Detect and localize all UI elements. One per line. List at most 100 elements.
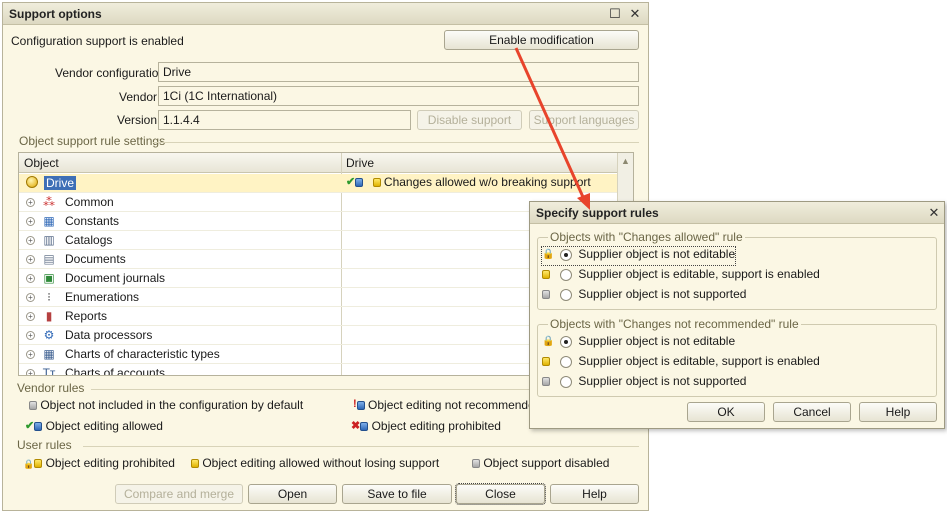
documents-icon: ▤ [43, 252, 55, 266]
not-included-icon [29, 398, 37, 412]
catalogs-icon: ▥ [43, 233, 55, 247]
maximize-icon[interactable]: ☐ [607, 6, 623, 22]
tree-row-drive[interactable]: Drive ✔ Changes allowed w/o breaking sup… [19, 174, 618, 193]
expand-icon[interactable]: + [26, 255, 35, 264]
col-drive-header[interactable]: Drive [346, 156, 374, 170]
radio-allowed-editable[interactable]: Supplier object is editable, support is … [542, 267, 820, 285]
group-title: Objects with "Changes allowed" rule [548, 230, 745, 244]
rule-settings-title: Object support rule settings [19, 134, 166, 148]
expand-icon[interactable]: + [26, 274, 35, 283]
user-rules-title: User rules [17, 438, 72, 452]
support-status-text: Configuration support is enabled [11, 34, 184, 48]
version-label: Version: [117, 113, 161, 127]
vendor-rules-title: Vendor rules [17, 381, 85, 395]
expand-icon[interactable]: + [26, 217, 35, 226]
radio-allowed-not-supported[interactable]: Supplier object is not supported [542, 287, 746, 305]
section-divider [83, 446, 639, 447]
constants-icon: ▦ [43, 214, 55, 228]
open-button[interactable]: Open [248, 484, 337, 504]
vendor-configuration-label: Vendor configuration: [55, 66, 169, 80]
lock-icon: 🔒 [542, 249, 555, 261]
radio-icon [560, 268, 572, 281]
tree-row-label: Constants [65, 214, 120, 228]
compare-merge-button[interactable]: Compare and merge [115, 484, 243, 504]
vendor-field[interactable]: 1Ci (1C International) [158, 86, 639, 106]
grid-header: Object Drive [19, 153, 633, 173]
vendor-label: Vendor: [119, 90, 161, 104]
expand-icon[interactable]: + [26, 331, 35, 340]
specify-support-rules-dialog: Specify support rules ✕ Objects with "Ch… [529, 201, 945, 429]
tree-row-label: Document journals [65, 271, 166, 285]
close-icon[interactable]: ✕ [926, 205, 942, 221]
group-title: Objects with "Changes not recommended" r… [548, 317, 801, 331]
tree-row-label: Charts of characteristic types [65, 347, 220, 361]
tree-row-label: Enumerations [65, 290, 140, 304]
editing-prohibited-icon: ✖ [351, 419, 369, 433]
configuration-icon [25, 176, 39, 190]
enumerations-icon: ⁝ [47, 290, 51, 304]
tree-row-label: Data processors [65, 328, 153, 342]
lock-icon: 🔒 [542, 336, 555, 348]
tree-row-label: Drive [44, 176, 77, 190]
reports-icon: ▮ [45, 309, 53, 323]
support-languages-button[interactable]: Support languages [529, 110, 639, 130]
expand-icon[interactable]: + [26, 198, 35, 207]
radio-notrec-editable[interactable]: Supplier object is editable, support is … [542, 354, 820, 372]
cancel-button[interactable]: Cancel [773, 402, 851, 422]
expand-icon[interactable]: + [26, 312, 35, 321]
radio-checked-icon [560, 335, 572, 348]
expand-icon[interactable]: + [26, 293, 35, 302]
ok-button[interactable]: OK [687, 402, 765, 422]
drive-rule-cell[interactable]: ✔ Changes allowed w/o breaking support [346, 175, 591, 189]
expand-icon[interactable]: + [26, 350, 35, 359]
scroll-up-icon[interactable]: ▲ [621, 156, 630, 166]
charts-icon: ▦ [43, 347, 55, 361]
support-enabled-icon [372, 175, 381, 189]
dialog-help-button[interactable]: Help [859, 402, 937, 422]
changes-not-recommended-group: Objects with "Changes not recommended" r… [537, 317, 937, 397]
radio-icon [560, 288, 572, 301]
disable-support-button[interactable]: Disable support [417, 110, 522, 130]
radio-notrec-not-supported[interactable]: Supplier object is not supported [542, 374, 746, 392]
section-divider [153, 142, 639, 143]
version-field[interactable]: 1.1.4.4 [158, 110, 411, 130]
legend-user-allowed: Object editing allowed without losing su… [191, 456, 439, 470]
expand-icon[interactable]: + [26, 236, 35, 245]
col-object-header[interactable]: Object [24, 156, 59, 170]
dialog-title: Specify support rules [536, 206, 659, 220]
support-enabled-icon [191, 456, 199, 470]
enable-modification-button[interactable]: Enable modification [444, 30, 639, 50]
changes-allowed-group: Objects with "Changes allowed" rule 🔒 Su… [537, 230, 937, 310]
support-enabled-icon [542, 269, 556, 280]
save-to-file-button[interactable]: Save to file [342, 484, 452, 504]
support-enabled-icon [542, 356, 556, 367]
support-disabled-icon [472, 456, 480, 470]
dialog-title-bar: Specify support rules ✕ [530, 202, 944, 224]
legend-editing-allowed: ✔ Object editing allowed [25, 419, 163, 433]
tree-row-label: Documents [65, 252, 126, 266]
legend-user-prohibited: 🔒 Object editing prohibited [23, 456, 175, 470]
radio-allowed-not-editable[interactable]: 🔒 Supplier object is not editable [540, 246, 737, 266]
editing-allowed-icon: ✔ [25, 419, 43, 433]
expand-icon[interactable]: + [26, 369, 35, 375]
close-icon[interactable]: ✕ [627, 6, 643, 22]
window-title: Support options [9, 7, 102, 21]
legend-not-included: Object not included in the configuration… [29, 398, 303, 412]
document-journals-icon: ▣ [43, 271, 55, 285]
radio-notrec-not-editable[interactable]: 🔒 Supplier object is not editable [542, 334, 735, 352]
radio-icon [560, 375, 572, 388]
radio-checked-icon [560, 248, 572, 261]
lock-icon: 🔒 [23, 456, 43, 470]
radio-icon [560, 355, 572, 368]
help-button[interactable]: Help [550, 484, 639, 504]
legend-user-disabled: Object support disabled [472, 456, 609, 470]
tree-row-label: Catalogs [65, 233, 113, 247]
support-disabled-icon [542, 376, 556, 387]
close-button[interactable]: Close [455, 483, 546, 505]
legend-not-recommended: ! Object editing not recommended [353, 398, 542, 412]
editing-allowed-icon: ✔ [346, 175, 364, 189]
tree-row-label: Common [65, 195, 114, 209]
vendor-configuration-field[interactable]: Drive [158, 62, 639, 82]
tree-row-label: Charts of accounts [65, 366, 166, 376]
legend-editing-prohibited: ✖ Object editing prohibited [351, 419, 501, 433]
